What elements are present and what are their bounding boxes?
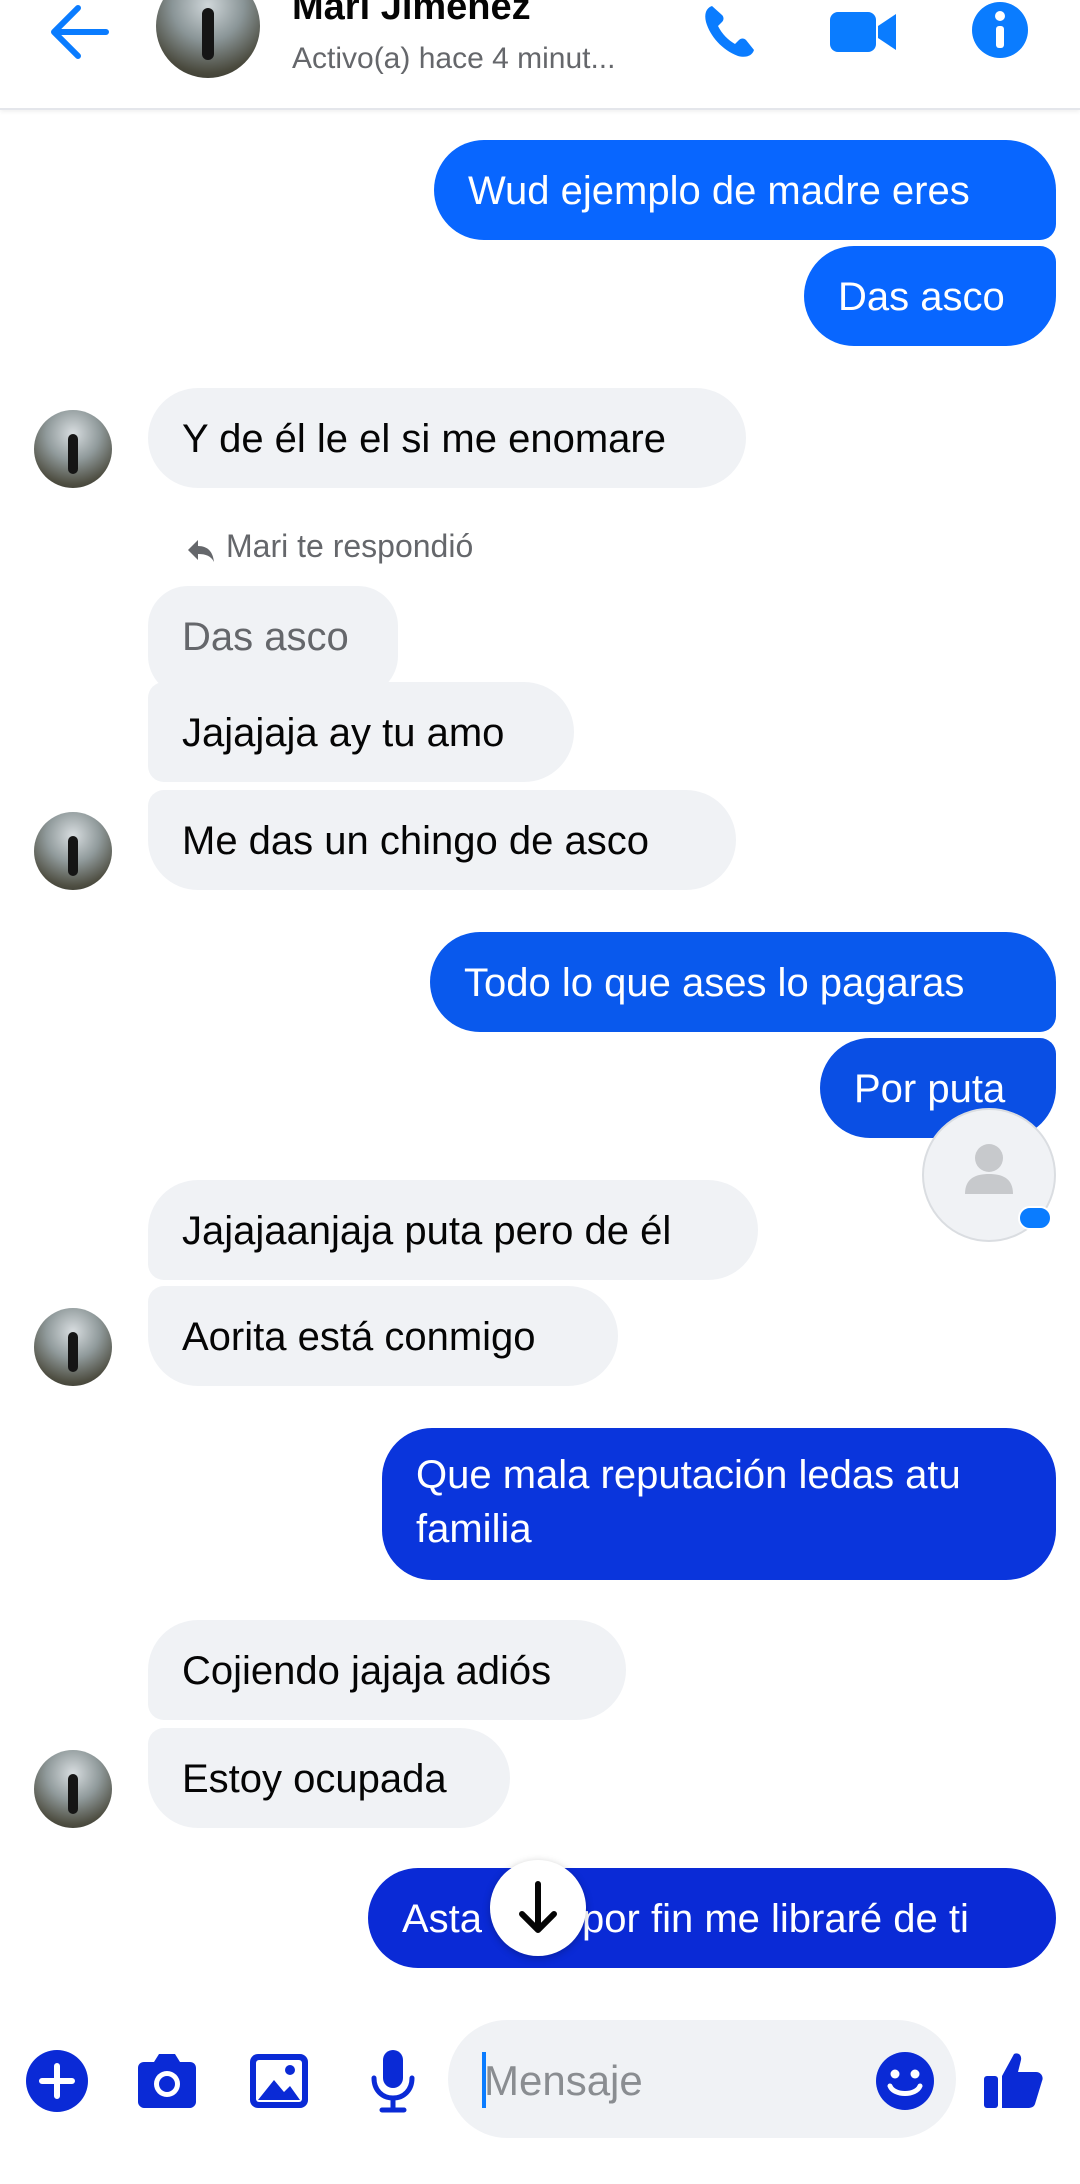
thumbs-up-icon[interactable] <box>978 2046 1048 2116</box>
sender-avatar[interactable] <box>34 1308 112 1386</box>
message-outgoing[interactable]: Das asco <box>804 246 1056 346</box>
plus-circle-icon[interactable] <box>22 2046 92 2116</box>
arrow-down-icon <box>519 1881 557 1933</box>
message-incoming[interactable]: Cojiendo jajaja adiós <box>148 1620 626 1720</box>
emoji-icon[interactable] <box>870 2046 940 2116</box>
phone-icon[interactable] <box>696 0 768 64</box>
message-incoming[interactable]: Jajajaja ay tu amo <box>148 682 574 782</box>
sender-avatar[interactable] <box>34 812 112 890</box>
reply-label: Mari te respondió <box>226 528 474 564</box>
message-incoming[interactable]: Me das un chingo de asco <box>148 790 736 890</box>
message-incoming[interactable]: Y de él le el si me enomare <box>148 388 746 488</box>
video-camera-icon[interactable] <box>828 0 900 64</box>
contact-name[interactable]: Mari Jiménez <box>292 0 531 29</box>
message-incoming[interactable]: Aorita está conmigo <box>148 1286 618 1386</box>
sender-avatar[interactable] <box>34 1750 112 1828</box>
arrow-left-icon[interactable] <box>40 0 120 64</box>
message-outgoing[interactable]: Todo lo que ases lo pagaras <box>430 932 1056 1032</box>
quoted-message[interactable]: Das asco <box>148 586 398 696</box>
microphone-icon[interactable] <box>358 2046 428 2116</box>
message-text-start: Asta <box>402 1897 483 1941</box>
contact-avatar[interactable] <box>156 0 260 78</box>
image-icon[interactable] <box>244 2046 314 2116</box>
scroll-to-bottom-button[interactable] <box>490 1860 586 1956</box>
info-icon[interactable] <box>964 0 1036 64</box>
message-outgoing[interactable]: Que mala reputación ledas atu familia <box>382 1428 1056 1580</box>
typing-bubble-icon <box>1018 1206 1052 1230</box>
camera-icon[interactable] <box>132 2046 202 2116</box>
message-incoming[interactable]: Jajajaanjaja puta pero de él <box>148 1180 758 1280</box>
message-incoming[interactable]: Estoy ocupada <box>148 1728 510 1828</box>
reply-arrow-icon <box>188 540 214 562</box>
message-input[interactable] <box>482 2040 866 2122</box>
sender-avatar[interactable] <box>34 410 112 488</box>
contact-status: Activo(a) hace 4 minut... <box>292 42 616 75</box>
message-text-end: por fin me libraré de ti <box>582 1897 969 1941</box>
message-outgoing[interactable]: Asta por fin me libraré de ti <box>368 1868 1056 1968</box>
conversation-header: Mari Jiménez Activo(a) hace 4 minut... <box>0 0 1080 110</box>
message-outgoing[interactable]: Wud ejemplo de madre eres <box>434 140 1056 240</box>
